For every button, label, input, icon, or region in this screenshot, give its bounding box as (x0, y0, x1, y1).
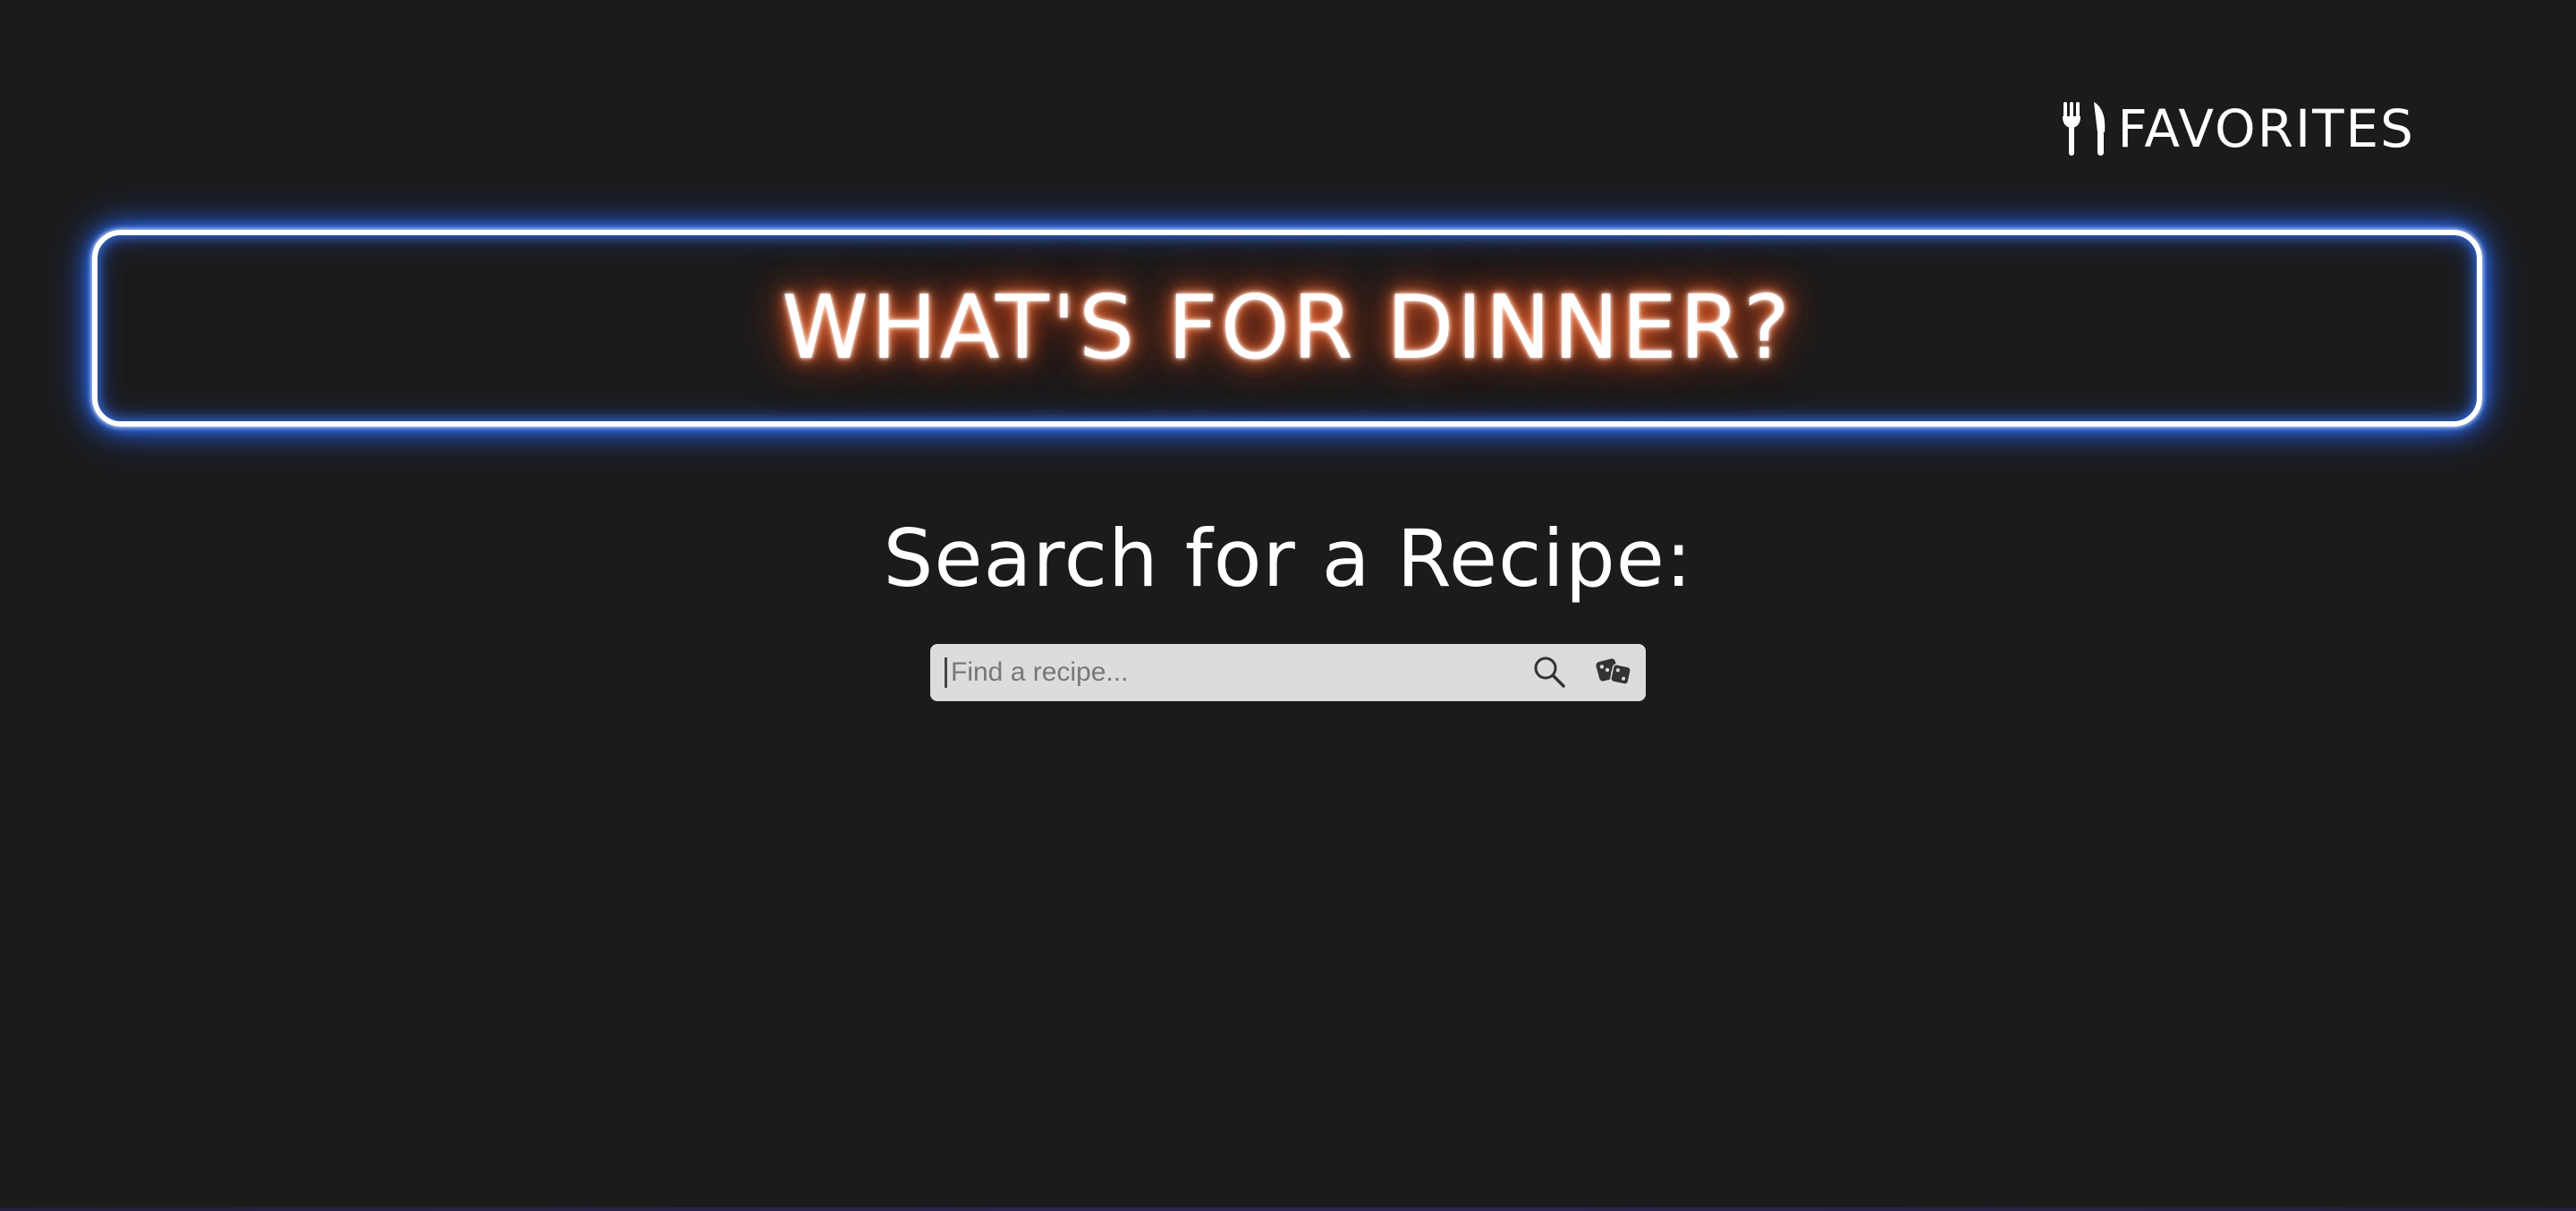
page: FAVORITES WHAT'S FOR DINNER? Search for … (0, 0, 2576, 1211)
page-title: WHAT'S FOR DINNER? (782, 277, 1792, 379)
fork-knife-icon (2060, 100, 2112, 157)
search-input[interactable] (945, 657, 1517, 688)
search-icon (1532, 655, 1566, 691)
neon-banner: WHAT'S FOR DINNER? (92, 230, 2482, 427)
favorites-label: FAVORITES (2117, 98, 2415, 159)
search-bar (930, 644, 1646, 701)
dice-icon (1596, 656, 1631, 690)
random-recipe-button[interactable] (1581, 644, 1646, 701)
search-button[interactable] (1517, 644, 1581, 701)
favorites-link[interactable]: FAVORITES (2060, 100, 2415, 157)
search-heading: Search for a Recipe: (883, 512, 1693, 605)
